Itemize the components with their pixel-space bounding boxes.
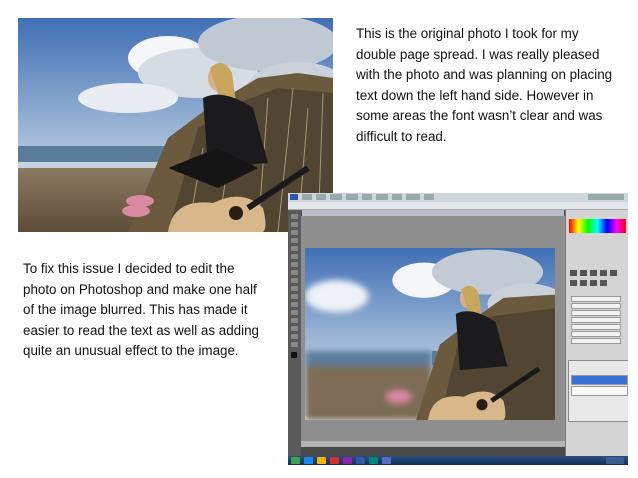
taskbar-app-icon[interactable]: [343, 457, 352, 464]
edited-photo: [305, 248, 555, 420]
preset-item[interactable]: [571, 310, 621, 316]
layers-panel: [568, 360, 628, 422]
tool-icon[interactable]: [291, 278, 298, 283]
tool-icon[interactable]: [291, 246, 298, 251]
taskbar-app-icon[interactable]: [304, 457, 313, 464]
adjustment-icon[interactable]: [590, 280, 597, 286]
ps-menu-item[interactable]: [302, 194, 312, 200]
original-photo-drawing: [18, 18, 333, 232]
tool-icon[interactable]: [291, 302, 298, 307]
ps-menu-bar: [288, 193, 628, 202]
tool-icon[interactable]: [291, 342, 298, 347]
tool-icon[interactable]: [291, 238, 298, 243]
adjustment-icon[interactable]: [580, 270, 587, 276]
layer-row[interactable]: [571, 386, 628, 396]
adjustment-icon[interactable]: [600, 270, 607, 276]
ps-window-controls[interactable]: [588, 194, 624, 200]
taskbar-app-icon[interactable]: [382, 457, 391, 464]
ps-right-panels: [565, 210, 628, 458]
tool-icon[interactable]: [291, 230, 298, 235]
taskbar-app-icon[interactable]: [356, 457, 365, 464]
tool-icon[interactable]: [291, 214, 298, 219]
taskbar-app-icon[interactable]: [317, 457, 326, 464]
tool-icon[interactable]: [291, 254, 298, 259]
edited-photo-drawing: [305, 248, 555, 420]
preset-item[interactable]: [571, 317, 621, 323]
ps-tools-panel: [288, 210, 301, 458]
layer-row[interactable]: [571, 375, 628, 385]
adjustment-icon[interactable]: [610, 270, 617, 276]
ps-menu-item[interactable]: [330, 194, 342, 200]
tool-icon[interactable]: [291, 270, 298, 275]
foreground-color-icon[interactable]: [291, 352, 297, 358]
ps-menu-item[interactable]: [362, 194, 372, 200]
preset-item[interactable]: [571, 303, 621, 309]
preset-item[interactable]: [571, 338, 621, 344]
start-button-icon[interactable]: [291, 457, 300, 464]
ps-options-bar: [288, 202, 628, 210]
ps-menu-item[interactable]: [392, 194, 402, 200]
ps-status-bar: [301, 441, 565, 447]
tool-icon[interactable]: [291, 310, 298, 315]
ps-logo-icon: [290, 194, 298, 200]
adjustment-icon[interactable]: [570, 270, 577, 276]
original-photo-caption: This is the original photo I took for my…: [356, 26, 613, 144]
taskbar-app-icon[interactable]: [330, 457, 339, 464]
taskbar-clock[interactable]: [606, 457, 624, 464]
adjustment-icon[interactable]: [570, 280, 577, 286]
tool-icon[interactable]: [291, 286, 298, 291]
photoshop-window: [288, 193, 628, 465]
preset-item[interactable]: [571, 324, 621, 330]
ps-menu-item[interactable]: [424, 194, 434, 200]
taskbar-app-icon[interactable]: [369, 457, 378, 464]
adjustment-icon[interactable]: [580, 280, 587, 286]
ps-menu-item[interactable]: [376, 194, 388, 200]
tool-icon[interactable]: [291, 318, 298, 323]
ps-menu-item[interactable]: [346, 194, 358, 200]
tool-icon[interactable]: [291, 222, 298, 227]
ps-menu-item[interactable]: [406, 194, 420, 200]
tool-icon[interactable]: [291, 334, 298, 339]
adjustment-icon[interactable]: [590, 270, 597, 276]
windows-taskbar: [288, 456, 628, 465]
tool-icon[interactable]: [291, 294, 298, 299]
tool-icon[interactable]: [291, 262, 298, 267]
original-photo: [18, 18, 333, 232]
preset-item[interactable]: [571, 296, 621, 302]
preset-item[interactable]: [571, 331, 621, 337]
tool-icon[interactable]: [291, 326, 298, 331]
adjustment-icon[interactable]: [600, 280, 607, 286]
ps-menu-item[interactable]: [316, 194, 326, 200]
color-swatches[interactable]: [569, 219, 626, 233]
fix-description-caption: To fix this issue I decided to edit the …: [23, 261, 259, 359]
